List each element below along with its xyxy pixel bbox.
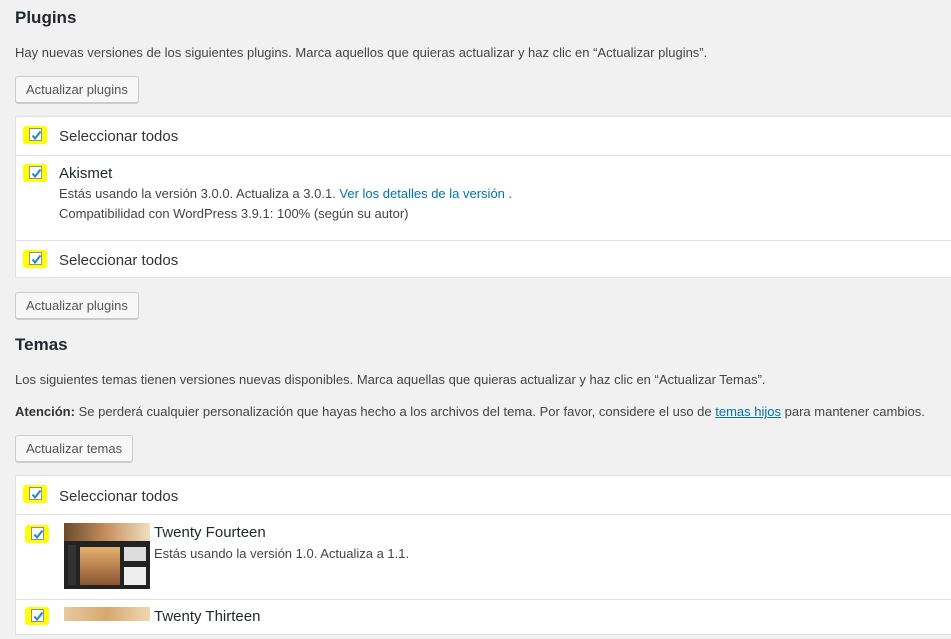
theme-checkbox-twenty-thirteen[interactable]: [31, 609, 44, 622]
checkbox-highlight: [25, 525, 49, 543]
themes-table: Seleccionar todos Twenty Fourteen Estás …: [15, 475, 951, 635]
update-themes-button[interactable]: Actualizar temas: [15, 435, 134, 462]
theme-row-twenty-thirteen: Twenty Thirteen: [16, 599, 951, 639]
plugins-select-all-checkbox-top[interactable]: [29, 128, 42, 141]
theme-name: Twenty Fourteen: [154, 524, 266, 541]
plugin-row-akismet: Akismet Estás usando la versión 3.0.0. A…: [16, 155, 951, 240]
plugins-intro: Hay nuevas versiones de los siguientes p…: [15, 45, 708, 60]
themes-warning: Atención: Se perderá cualquier personali…: [15, 404, 925, 419]
theme-name: Twenty Thirteen: [154, 608, 261, 625]
plugins-select-all-row-top: Seleccionar todos: [16, 117, 951, 155]
themes-select-all-checkbox[interactable]: [29, 487, 42, 500]
version-text-period: .: [508, 186, 513, 201]
warning-label: Atención:: [15, 404, 75, 419]
plugins-heading: Plugins: [15, 8, 77, 27]
checkmark-icon: [31, 168, 42, 179]
plugin-name: Akismet: [59, 165, 113, 182]
checkmark-icon: [33, 611, 44, 622]
theme-screenshot-thumbnail: [64, 523, 150, 589]
plugin-checkbox-akismet[interactable]: [29, 166, 42, 179]
plugins-select-all-label-top[interactable]: Seleccionar todos: [59, 128, 178, 145]
child-themes-link[interactable]: temas hijos: [715, 404, 781, 419]
checkmark-icon: [31, 254, 42, 265]
themes-select-all-label[interactable]: Seleccionar todos: [59, 488, 178, 505]
theme-screenshot-thumbnail: [64, 607, 150, 621]
update-plugins-button-bottom[interactable]: Actualizar plugins: [15, 292, 139, 319]
themes-intro: Los siguientes temas tienen versiones nu…: [15, 372, 766, 387]
checkmark-icon: [31, 130, 42, 141]
checkbox-highlight: [23, 126, 47, 144]
theme-row-twenty-fourteen: Twenty Fourteen Estás usando la versión …: [16, 514, 951, 599]
themes-select-all-row: Seleccionar todos: [16, 476, 951, 514]
theme-version-text: Estás usando la versión 1.0. Actualiza a…: [154, 546, 410, 561]
checkmark-icon: [33, 529, 44, 540]
plugin-compat-text: Compatibilidad con WordPress 3.9.1: 100%…: [59, 206, 409, 221]
warning-after: para mantener cambios.: [784, 404, 925, 419]
plugins-select-all-checkbox-bottom[interactable]: [29, 252, 42, 265]
checkbox-highlight: [23, 250, 47, 268]
plugins-select-all-label-bottom[interactable]: Seleccionar todos: [59, 252, 178, 269]
checkmark-icon: [31, 489, 42, 500]
warning-text: Se perderá cualquier personalización que…: [78, 404, 712, 419]
checkbox-highlight: [25, 607, 49, 625]
plugin-version-info: Estás usando la versión 3.0.0. Actualiza…: [59, 186, 336, 201]
version-details-link[interactable]: Ver los detalles de la versión: [339, 186, 504, 201]
theme-checkbox-twenty-fourteen[interactable]: [31, 527, 44, 540]
themes-heading: Temas: [15, 335, 68, 354]
checkbox-highlight: [23, 485, 47, 503]
plugins-select-all-row-bottom: Seleccionar todos: [16, 240, 951, 278]
plugins-table: Seleccionar todos Akismet Estás usando l…: [15, 116, 951, 278]
plugin-version-text: Estás usando la versión 3.0.0. Actualiza…: [59, 186, 512, 201]
update-plugins-button-top[interactable]: Actualizar plugins: [15, 76, 139, 103]
checkbox-highlight: [23, 164, 47, 182]
